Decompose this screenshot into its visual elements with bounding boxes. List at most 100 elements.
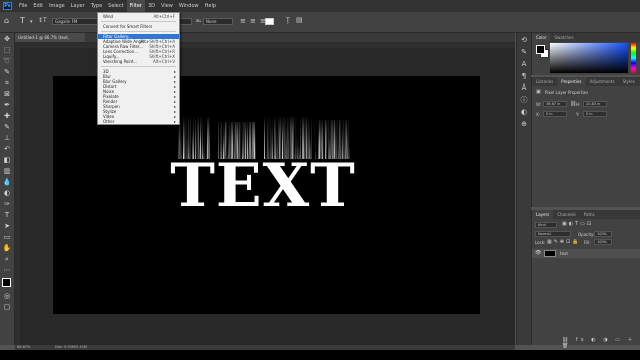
move-tool-icon[interactable]: ✥ bbox=[2, 35, 12, 44]
menu-item-shortcut: Alt+Ctrl+V bbox=[153, 59, 175, 64]
color-swatches[interactable] bbox=[0, 276, 14, 290]
menu-help[interactable]: Help bbox=[202, 0, 219, 12]
menu-3d[interactable]: 3D bbox=[145, 0, 158, 12]
layer-row-text[interactable]: 👁 text bbox=[532, 249, 640, 258]
menu-separator bbox=[101, 31, 176, 32]
adjustment-icon[interactable]: ◐ bbox=[519, 108, 529, 117]
menu-item-label: Convert for Smart Filters bbox=[103, 24, 153, 29]
opacity-field[interactable]: 100% bbox=[594, 231, 612, 237]
layer-filter-kind[interactable]: Kind bbox=[535, 222, 557, 228]
chevron-down-icon[interactable]: ▾ bbox=[30, 19, 33, 25]
menu-item-label: Other bbox=[103, 119, 115, 124]
eraser-tool-icon[interactable]: ◧ bbox=[2, 156, 12, 165]
tab-adjustments[interactable]: Adjustments bbox=[586, 77, 619, 86]
crop-tool-icon[interactable]: ⌗ bbox=[2, 79, 12, 88]
tab-channels[interactable]: Channels bbox=[553, 210, 580, 219]
menu-filter[interactable]: Filter bbox=[126, 0, 145, 12]
foreground-color-chip[interactable] bbox=[536, 45, 545, 54]
tab-layers[interactable]: Layers bbox=[532, 210, 554, 219]
zoom-tool-icon[interactable]: ⌕ bbox=[2, 255, 12, 264]
hand-tool-icon[interactable]: ✋ bbox=[2, 244, 12, 253]
y-field[interactable]: 0 in bbox=[583, 111, 607, 117]
quick-select-tool-icon[interactable]: ✎ bbox=[2, 68, 12, 77]
rectangle-tool-icon[interactable]: ▭ bbox=[2, 233, 12, 242]
type-tool-icon[interactable]: T bbox=[20, 16, 25, 25]
visibility-eye-icon[interactable]: 👁 bbox=[535, 249, 541, 258]
brush-settings-icon[interactable]: ✎ bbox=[519, 48, 529, 57]
align-center-icon[interactable]: ≡ bbox=[250, 17, 256, 25]
more-tools-icon[interactable]: ⋯ bbox=[2, 266, 12, 275]
navigator-icon[interactable]: ⊕ bbox=[519, 120, 529, 129]
x-field[interactable]: 0 in bbox=[543, 111, 567, 117]
color-picker-field[interactable] bbox=[550, 43, 628, 73]
tab-libraries[interactable]: Libraries bbox=[532, 77, 557, 86]
menu-edit[interactable]: Edit bbox=[30, 0, 46, 12]
menu-select[interactable]: Select bbox=[105, 0, 126, 12]
tab-properties[interactable]: Properties bbox=[557, 77, 586, 86]
fill-field[interactable]: 100% bbox=[594, 239, 612, 245]
menu-type[interactable]: Type bbox=[88, 0, 105, 12]
marquee-tool-icon[interactable]: ⬚ bbox=[2, 46, 12, 55]
home-icon[interactable]: ⌂ bbox=[4, 16, 9, 25]
section-title: Pixel Layer Properties bbox=[545, 90, 589, 95]
lock-icons[interactable]: ▦✎✥⊡🔒 bbox=[547, 239, 581, 245]
layer-actions-icons[interactable]: ⛓ fx ◐ ◑ ▭ ＋ 🗑 bbox=[562, 336, 640, 349]
tab-swatches[interactable]: Swatches bbox=[550, 33, 577, 42]
dodge-tool-icon[interactable]: ◐ bbox=[2, 189, 12, 198]
pen-tool-icon[interactable]: ✑ bbox=[2, 200, 12, 209]
tools-panel: ✥ ⬚ ➰ ✎ ⌗ ⊠ ✒ ✚ ✎ ⊥ ↶ ◧ ▥ 💧 ◐ ✑ T ➤ ▭ ✋ … bbox=[0, 33, 15, 345]
document-tab[interactable]: Untitled-1 @ 66.7% (text, RGB/8#) * bbox=[15, 33, 85, 49]
glyphs-icon[interactable]: Å bbox=[519, 84, 529, 93]
menu-item-vanishing-point[interactable]: Vanishing Point... Alt+Ctrl+V bbox=[98, 59, 179, 64]
foreground-color-swatch[interactable] bbox=[2, 278, 11, 287]
eyedropper-tool-icon[interactable]: ✒ bbox=[2, 101, 12, 110]
character-panel-icon[interactable]: ▤ bbox=[296, 16, 303, 24]
menu-item-other[interactable]: Other ▸ bbox=[98, 119, 179, 124]
text-orientation-icon[interactable]: ↕T bbox=[38, 17, 47, 24]
menu-image[interactable]: Image bbox=[46, 0, 68, 12]
gradient-tool-icon[interactable]: ▥ bbox=[2, 167, 12, 176]
text-color-swatch[interactable] bbox=[265, 18, 274, 25]
menu-window[interactable]: Window bbox=[176, 0, 202, 12]
screen-mode-icon[interactable]: ▢ bbox=[2, 303, 12, 312]
history-brush-icon[interactable]: ↶ bbox=[2, 145, 12, 154]
anti-alias-select[interactable]: None bbox=[203, 18, 233, 25]
bottom-letterbox bbox=[0, 350, 640, 360]
fill-label: Fill: bbox=[584, 240, 591, 245]
quick-mask-icon[interactable]: ◎ bbox=[2, 292, 12, 301]
blur-tool-icon[interactable]: 💧 bbox=[2, 178, 12, 187]
healing-brush-icon[interactable]: ✚ bbox=[2, 112, 12, 121]
paragraph-icon[interactable]: ¶ bbox=[519, 72, 529, 81]
height-field[interactable]: 20.83 in bbox=[583, 101, 607, 107]
menu-separator bbox=[101, 21, 176, 22]
menu-view[interactable]: View bbox=[158, 0, 176, 12]
info-icon[interactable]: ⓘ bbox=[519, 96, 529, 105]
tab-styles[interactable]: Styles bbox=[619, 77, 639, 86]
lock-label: Lock: bbox=[535, 240, 546, 245]
hue-slider[interactable] bbox=[631, 43, 636, 73]
pixel-layer-icon: ▣ bbox=[536, 89, 541, 95]
warp-text-icon[interactable]: Ţ bbox=[286, 17, 290, 24]
history-icon[interactable]: ⟲ bbox=[519, 36, 529, 45]
lasso-tool-icon[interactable]: ➰ bbox=[2, 57, 12, 66]
stamp-tool-icon[interactable]: ⊥ bbox=[2, 134, 12, 143]
menu-item-wind[interactable]: Wind Alt+Ctrl+F bbox=[98, 14, 179, 19]
brush-tool-icon[interactable]: ✎ bbox=[2, 123, 12, 132]
menu-layer[interactable]: Layer bbox=[68, 0, 88, 12]
menu-bar: Ps File Edit Image Layer Type Select Filter 3D V… bbox=[0, 0, 640, 12]
width-field[interactable]: 36.67 in bbox=[543, 101, 567, 107]
path-select-tool-icon[interactable]: ➤ bbox=[2, 222, 12, 231]
character-icon[interactable]: A bbox=[519, 60, 529, 69]
color-panel: Color Swatches bbox=[531, 33, 640, 75]
tab-paths[interactable]: Paths bbox=[580, 210, 599, 219]
blend-mode-select[interactable]: Normal bbox=[535, 231, 571, 237]
menu-item-convert-for-smart-filters[interactable]: Convert for Smart Filters bbox=[98, 24, 179, 29]
tab-color[interactable]: Color bbox=[532, 33, 551, 42]
type-tool-icon[interactable]: T bbox=[2, 211, 12, 220]
layer-filter-icons[interactable]: ▣◐T▭⊡ bbox=[562, 221, 593, 227]
frame-tool-icon[interactable]: ⊠ bbox=[2, 90, 12, 99]
layers-panel-tabs: Layers Channels Paths bbox=[532, 210, 640, 219]
menu-file[interactable]: File bbox=[16, 0, 30, 12]
align-left-icon[interactable]: ≡ bbox=[240, 17, 246, 25]
menu-item-shortcut: Alt+Ctrl+F bbox=[153, 14, 175, 19]
